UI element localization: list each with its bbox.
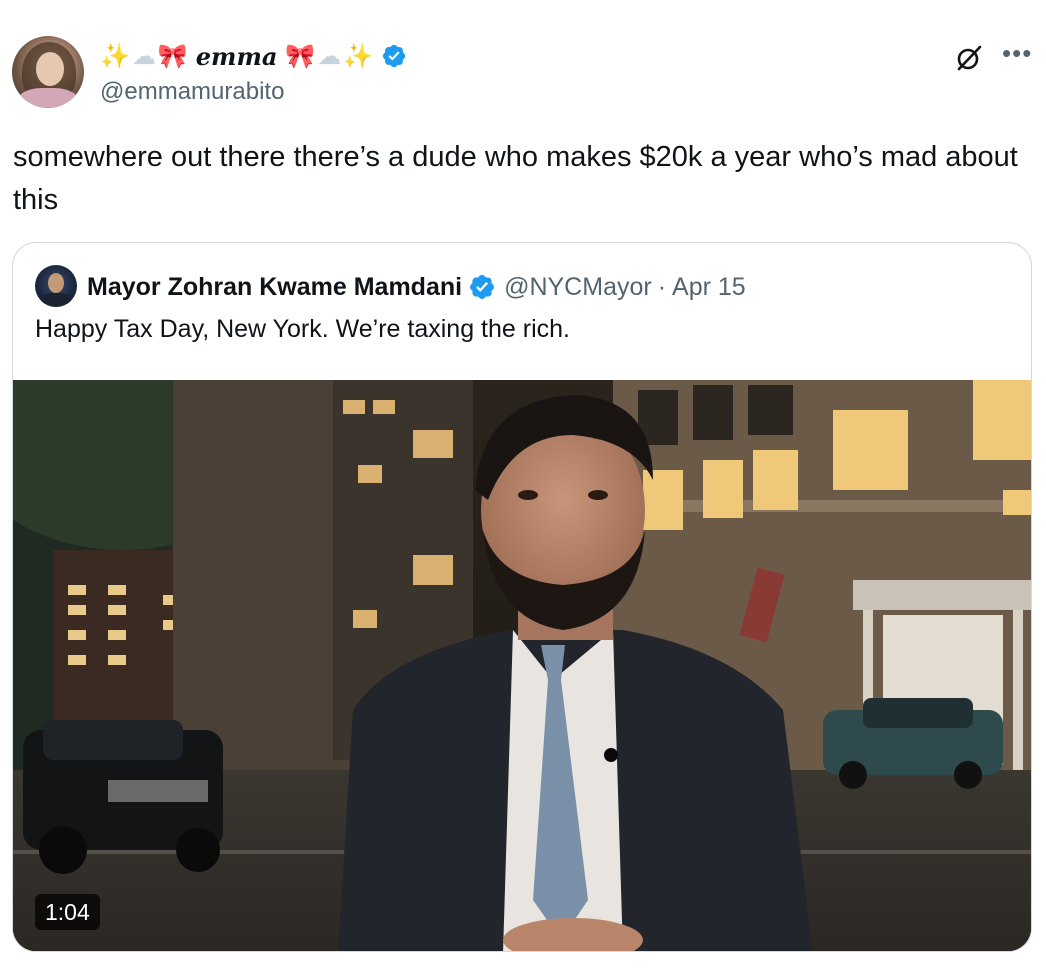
- video-duration: 1:04: [35, 894, 100, 930]
- verified-badge-icon[interactable]: [468, 273, 496, 301]
- video-frame: [13, 380, 1031, 951]
- verified-badge-icon[interactable]: [381, 43, 407, 69]
- author-avatar[interactable]: [12, 36, 84, 108]
- tweet[interactable]: ✨ ☁ 🎀 emma 🎀 ☁ ✨ @emmamurabito ••• somew…: [0, 0, 1046, 970]
- ribbon-emoji: 🎀: [285, 42, 316, 70]
- quoted-tweet[interactable]: Mayor Zohran Kwame Mamdani @NYCMayor · A…: [12, 242, 1032, 952]
- tweet-text: somewhere out there there’s a dude who m…: [13, 141, 1018, 216]
- author-display-name[interactable]: emma: [196, 42, 278, 71]
- cloud-emoji: ☁: [317, 42, 342, 70]
- separator-dot: ·: [657, 272, 667, 301]
- author-handle[interactable]: @emmamurabito: [100, 78, 284, 106]
- grok-icon[interactable]: [955, 44, 983, 72]
- quoted-author-name[interactable]: Mayor Zohran Kwame Mamdani: [87, 273, 462, 302]
- author-name-row[interactable]: ✨ ☁ 🎀 emma 🎀 ☁ ✨: [100, 38, 407, 74]
- ribbon-emoji: 🎀: [157, 42, 188, 70]
- sparkles-emoji: ✨: [100, 42, 130, 70]
- quoted-author-avatar[interactable]: [35, 265, 77, 307]
- cloud-emoji: ☁: [131, 42, 156, 70]
- quoted-tweet-header: Mayor Zohran Kwame Mamdani @NYCMayor · A…: [87, 267, 746, 307]
- more-options-icon[interactable]: •••: [1002, 40, 1032, 66]
- quoted-tweet-date[interactable]: Apr 15: [672, 273, 746, 302]
- sparkles-emoji: ✨: [343, 42, 374, 70]
- quoted-author-handle[interactable]: @NYCMayor: [504, 273, 652, 302]
- video-player[interactable]: 1:04: [13, 380, 1031, 951]
- quoted-tweet-text: Happy Tax Day, New York. We’re taxing th…: [35, 315, 570, 343]
